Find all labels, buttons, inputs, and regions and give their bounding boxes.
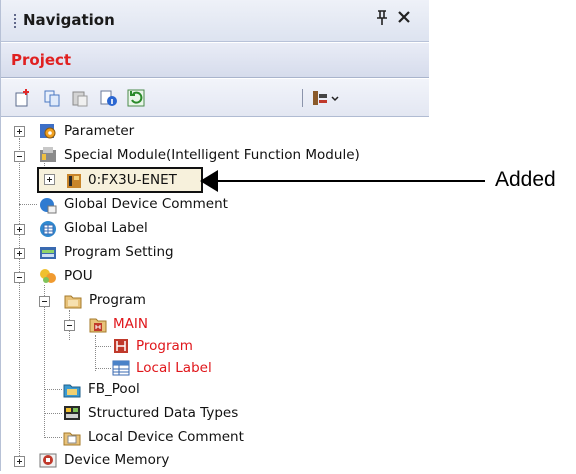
refresh-icon[interactable] [126,88,146,108]
paste-icon[interactable] [70,88,90,108]
local-label-icon [111,358,131,378]
properties-icon[interactable] [98,88,118,108]
tree-item-main[interactable]: MAIN [113,315,148,333]
new-item-icon[interactable] [13,88,33,108]
copy-icon[interactable] [42,88,62,108]
program-setting-icon [38,243,58,263]
collapse-icon[interactable] [14,151,25,162]
tree-item-device-memory[interactable]: Device Memory [64,451,169,469]
pin-icon[interactable] [373,10,391,30]
tree-line [44,413,62,414]
callout-line [215,180,485,182]
panel-title: Navigation [23,11,115,29]
tree-item-fb-pool[interactable]: FB_Pool [88,380,140,398]
toolbar-separator [302,89,303,107]
tree-item-local-label[interactable]: Local Label [136,359,212,377]
tree-line [95,335,96,371]
tree-line [44,437,62,438]
project-toolbar [1,79,429,117]
tree-root-line [19,138,20,464]
tree-item-program-body[interactable]: Program [136,337,193,355]
settings-dropdown-icon[interactable] [311,88,341,108]
tree-item-pou[interactable]: POU [64,267,93,285]
project-header: Project [1,43,429,78]
program-body-icon [111,336,131,356]
tree-item-special-module[interactable]: Special Module(Intelligent Function Modu… [64,146,360,164]
tree-item-fx3u-enet[interactable]: 0:FX3U-ENET [88,171,177,189]
collapse-icon[interactable] [64,320,75,331]
tree-item-structured-data-types[interactable]: Structured Data Types [88,404,238,422]
global-label-icon [38,219,58,239]
drag-grip-icon[interactable] [14,14,16,28]
device-memory-icon [38,450,58,470]
collapse-icon[interactable] [14,272,25,283]
collapse-icon[interactable] [39,296,50,307]
close-icon[interactable] [395,9,413,29]
tree-line [19,204,37,205]
program-folder-icon [63,290,83,310]
fb-pool-icon [62,379,82,399]
tree-item-global-device-comment[interactable]: Global Device Comment [64,195,228,213]
expand-icon[interactable] [14,248,25,259]
module-icon [64,170,84,190]
tree-line [95,368,111,369]
special-module-icon [38,145,58,165]
tree-item-local-device-comment[interactable]: Local Device Comment [88,428,244,446]
expand-icon[interactable] [14,224,25,235]
main-program-icon [88,314,108,334]
tree-line [44,389,62,390]
tree-item-program-folder[interactable]: Program [89,291,146,309]
structured-data-icon [62,403,82,423]
local-comment-icon [62,427,82,447]
tree-item-parameter[interactable]: Parameter [64,122,134,140]
expand-icon[interactable] [44,174,55,185]
expand-icon[interactable] [14,126,25,137]
parameter-icon [38,121,58,141]
tree-line [95,346,111,347]
expand-icon[interactable] [14,456,25,467]
tree-item-program-setting[interactable]: Program Setting [64,243,174,261]
tree-item-global-label[interactable]: Global Label [64,219,148,237]
pou-icon [38,266,58,286]
callout-label: Added [495,168,556,191]
navigation-titlebar[interactable]: Navigation [1,0,429,42]
device-comment-icon [38,195,58,215]
tree-line [44,285,45,438]
project-title: Project [11,51,72,69]
